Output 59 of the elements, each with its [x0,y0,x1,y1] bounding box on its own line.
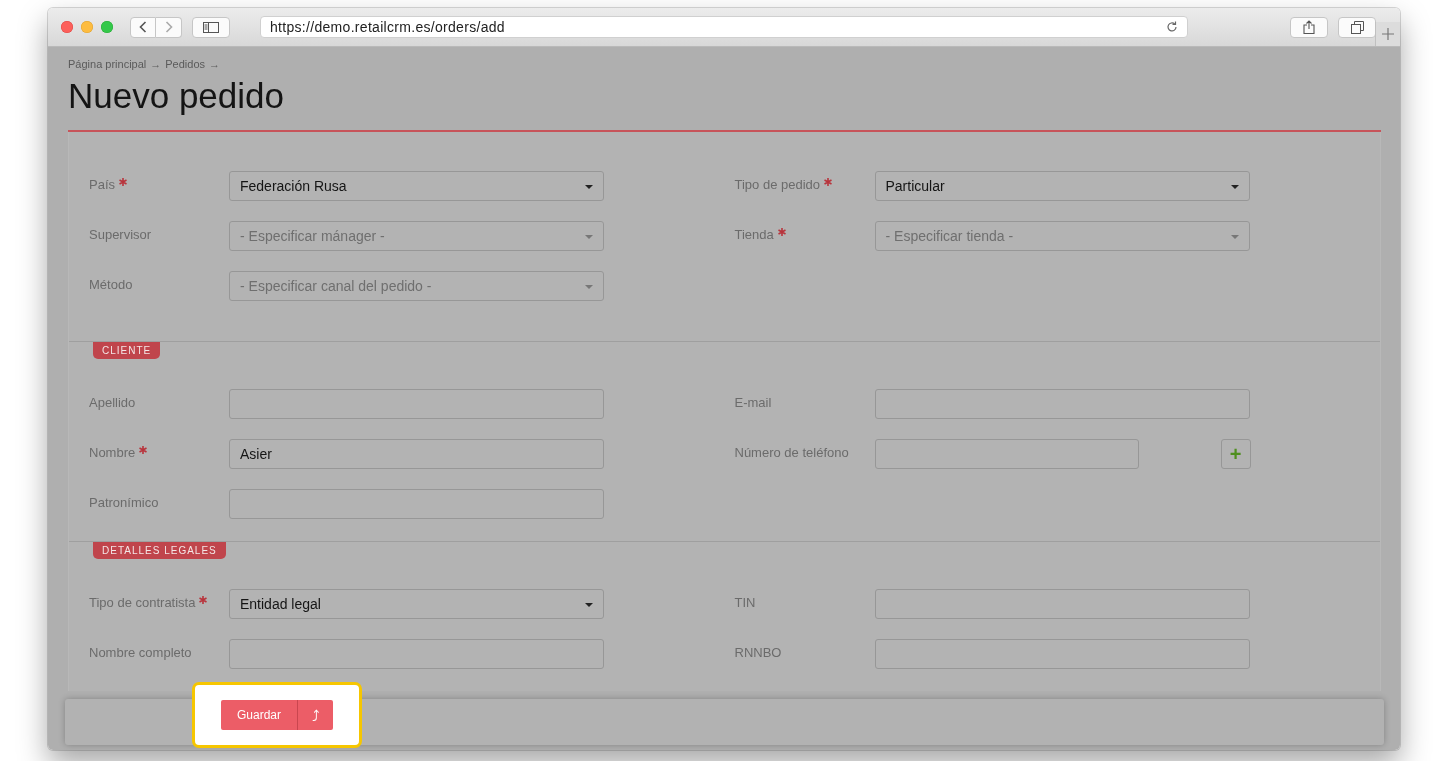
minimize-window-button[interactable] [81,21,93,33]
save-button[interactable]: Guardar [221,700,297,730]
new-tab-button[interactable] [1375,22,1400,46]
field-label: Supervisor [89,227,152,242]
select-field[interactable]: - Especificar tienda - [874,221,1250,251]
field-label: RNNBO [734,645,782,660]
breadcrumb-separator: → [209,58,221,70]
zoom-window-button[interactable] [101,21,113,33]
share-icon [1303,20,1315,34]
select-field[interactable]: Entidad legal [229,589,604,619]
input-field[interactable] [229,639,604,669]
caret-icon [585,185,593,189]
input-field[interactable] [874,389,1250,419]
sidebar-button[interactable] [192,16,230,38]
breadcrumb-separator: → [150,58,162,70]
field-label: País [89,177,115,192]
section-badge: CLIENTE [93,342,161,359]
breadcrumb-link[interactable]: Página principal [68,58,147,70]
close-window-button[interactable] [61,21,73,33]
field-label: TIN [734,595,756,610]
back-button[interactable] [130,16,156,38]
field-label: Tienda [734,227,774,242]
phone-input-field[interactable] [874,439,1139,469]
caret-icon [585,235,593,239]
caret-icon [585,285,593,289]
input-field[interactable] [229,489,604,519]
caret-icon [1230,235,1239,239]
field-label: Apellido [89,395,136,410]
plus-icon [1382,28,1394,40]
caret-icon [1230,185,1239,189]
reload-icon[interactable] [1166,21,1178,33]
tabs-icon [1350,20,1364,34]
field-label: Patronímico [89,495,159,510]
save-options-button[interactable]: ⤴ [297,700,333,730]
field-label: Tipo de contratista [89,595,196,610]
tabs-button[interactable] [1338,16,1376,38]
field-label: Tipo de pedido [734,177,821,192]
select-field[interactable]: - Especificar mánager - [229,221,604,251]
sidebar-icon [203,21,219,33]
caret-icon [585,603,593,607]
input-field[interactable] [874,589,1250,619]
field-label: Número de teléfono [734,445,849,460]
input-field[interactable] [874,639,1250,669]
field-label: Nombre [89,445,136,460]
field-label: E-mail [734,395,772,410]
select-field[interactable]: - Especificar canal del pedido - [229,271,604,301]
input-field[interactable] [229,389,604,419]
select-field[interactable]: Federación Rusa [229,171,604,201]
chevron-left-icon [139,21,147,33]
select-field[interactable]: Particular [874,171,1250,201]
chevron-right-icon [164,21,173,33]
input-field[interactable]: Asier [229,439,604,469]
share-button[interactable] [1290,16,1328,38]
address-field[interactable]: https://demo.retailcrm.es/orders/add [260,16,1188,38]
add-button[interactable]: + [1220,439,1251,469]
breadcrumb-link[interactable]: Pedidos [165,58,206,70]
section-badge: DETALLES LEGALES [93,542,226,559]
field-label: Método [89,277,133,292]
field-label: Nombre completo [89,645,192,660]
